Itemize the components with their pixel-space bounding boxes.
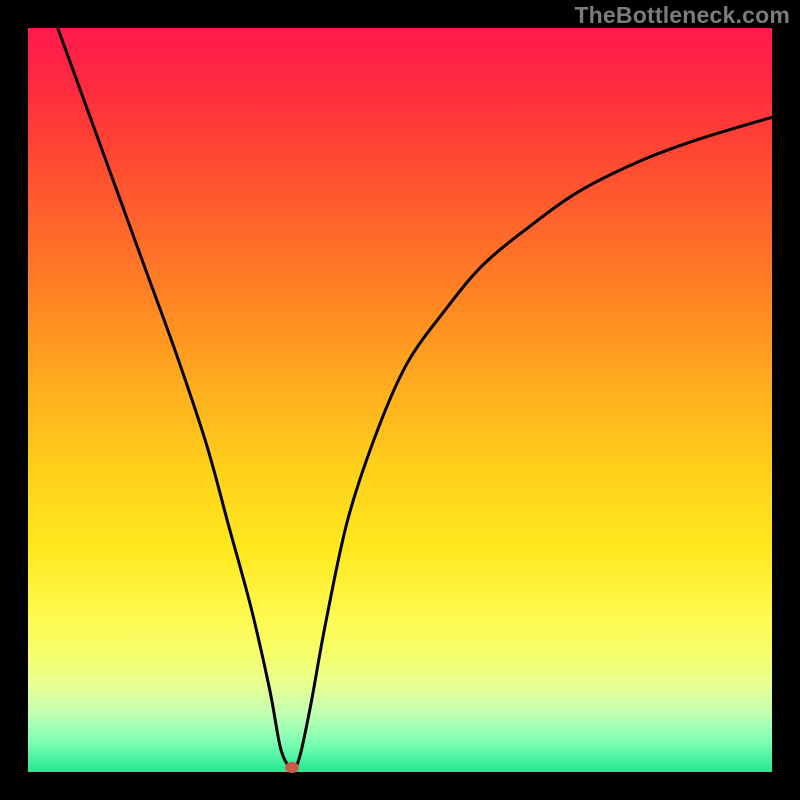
plot-area — [28, 28, 772, 772]
watermark-text: TheBottleneck.com — [574, 2, 790, 29]
bottleneck-curve — [28, 28, 772, 772]
chart-frame: TheBottleneck.com — [0, 0, 800, 800]
